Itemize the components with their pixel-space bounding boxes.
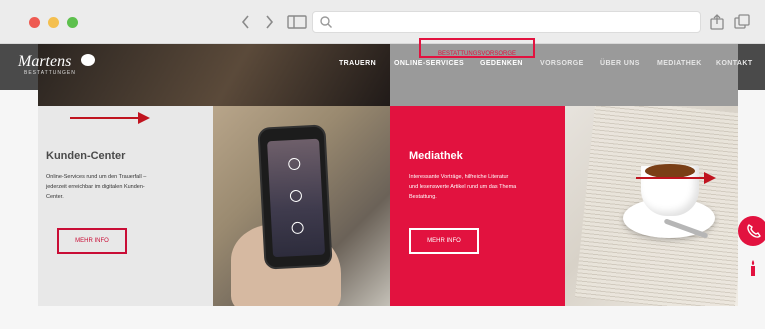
nav-ueber-uns[interactable]: ÜBER UNS	[600, 60, 640, 67]
phone-screen	[267, 138, 326, 258]
browser-toolbar	[0, 0, 765, 44]
nav-online-services[interactable]: ONLINE-SERVICES	[394, 60, 464, 67]
hero-image-left	[38, 44, 390, 106]
close-window-button[interactable]	[29, 17, 40, 28]
logo-subtitle: BESTATTUNGEN	[24, 70, 76, 76]
kunden-center-text-3: Center.	[46, 194, 64, 200]
kunden-center-mehr-info-button[interactable]: MEHR INFO	[57, 228, 127, 254]
site-logo[interactable]: Martens	[18, 53, 71, 71]
phone-icon	[257, 124, 333, 270]
minimize-window-button[interactable]	[48, 17, 59, 28]
mediathek-tile: Mediathek Interessante Vorträge, hilfrei…	[390, 106, 565, 306]
coffee-shape	[645, 164, 695, 178]
kunden-center-text-2: jederzeit erreichbar im digitalen Kunden…	[46, 184, 145, 190]
phone-contact-button[interactable]	[738, 216, 765, 246]
arrow-annotation-right	[636, 172, 716, 184]
arrow-annotation-left	[70, 112, 150, 124]
search-icon	[319, 15, 333, 29]
address-bar[interactable]	[312, 11, 701, 33]
nav-mediathek[interactable]: MEDIATHEK	[657, 60, 702, 67]
phone-app-icon	[287, 157, 301, 171]
vorsorge-cta-button[interactable]: BESTATTUNGSVORSORGE	[419, 38, 535, 58]
sidebar-icon[interactable]	[285, 12, 309, 32]
nav-gedenken[interactable]: GEDENKEN	[480, 60, 523, 67]
mediathek-title: Mediathek	[409, 150, 463, 162]
mediathek-text-1: Interessante Vorträge, hilfreiche Litera…	[409, 174, 509, 180]
mediathek-text-2: und lesenswerte Artikel rund um das Them…	[409, 184, 517, 190]
share-icon[interactable]	[707, 12, 727, 32]
kunden-center-text-1: Online-Services rund um den Trauerfall –	[46, 174, 147, 180]
kunden-center-title: Kunden-Center	[46, 150, 126, 162]
nav-vorsorge[interactable]: VORSORGE	[540, 60, 584, 67]
coffee-image-tile	[565, 106, 738, 306]
mediathek-mehr-info-button[interactable]: MEHR INFO	[409, 228, 479, 254]
maximize-window-button[interactable]	[67, 17, 78, 28]
logo-mark-icon	[81, 54, 95, 66]
tabs-icon[interactable]	[732, 12, 752, 32]
page: BESTATTUNGSVORSORGE Martens BESTATTUNGEN…	[0, 0, 765, 329]
mediathek-text-3: Bestattung.	[409, 194, 437, 200]
candle-icon[interactable]	[746, 258, 760, 278]
phone-image-tile	[213, 106, 390, 306]
nav-trauern[interactable]: TRAUERN	[339, 60, 376, 67]
chevron-left-icon[interactable]	[236, 12, 256, 32]
kunden-center-tile: Kunden-Center Online-Services rund um de…	[38, 106, 213, 306]
phone-app-icon	[289, 189, 303, 203]
chevron-right-icon[interactable]	[259, 12, 279, 32]
nav-kontakt[interactable]: KONTAKT	[716, 60, 753, 67]
phone-app-icon	[291, 221, 304, 235]
